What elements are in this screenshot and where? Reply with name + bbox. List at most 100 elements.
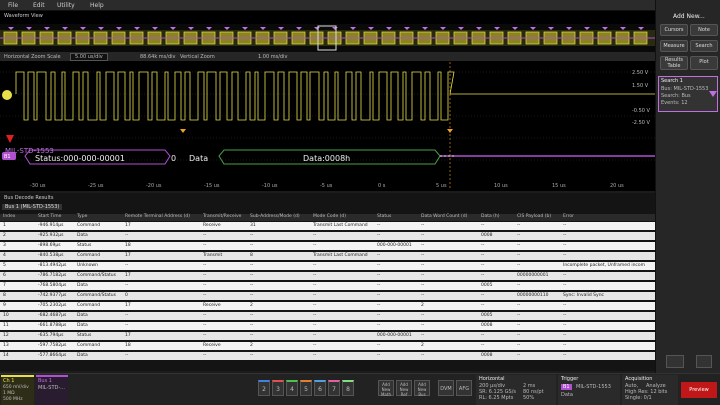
table-row[interactable]: 10 -682.4687µs Data -- -- -- -- -- -- 0005 -- --: [0, 312, 655, 320]
channel-6-button[interactable]: 6: [314, 380, 326, 396]
channel-8-button[interactable]: 8: [342, 380, 354, 396]
zoom-scale-input[interactable]: 5.00 us/div: [70, 53, 108, 61]
table-row[interactable]: 9 -705.2302µs Command 17 Receive 2 -- -- 2 -- -- --: [0, 302, 655, 310]
results-header-cell[interactable]: Start Time: [38, 214, 61, 221]
search-button[interactable]: Search: [690, 40, 718, 52]
results-title: Bus Decode Results: [4, 195, 54, 201]
add-math-button[interactable]: Add New Math: [378, 380, 394, 397]
table-row[interactable]: 13 -597.7582µs Command 18 Receive 2 -- -- 2 -- -- -…: [0, 342, 655, 350]
menu-utility[interactable]: Utility: [57, 2, 75, 9]
overview-strip[interactable]: [0, 24, 655, 52]
dvm-button[interactable]: DVM: [438, 380, 454, 396]
results-header-cell[interactable]: Error: [563, 214, 574, 221]
table-cell: --: [125, 323, 129, 328]
table-cell: --: [421, 293, 425, 298]
bus-badge-label: B1: [4, 154, 11, 160]
results-header-cell[interactable]: Sub-Address/Mode (d): [250, 214, 300, 221]
table-cell: --: [203, 323, 207, 328]
table-cell: -742.9377µs: [38, 293, 67, 298]
table-cell: --: [250, 243, 254, 248]
table-row[interactable]: 6 -786.7182µs Command/Status 17 -- -- -- -- -- --…: [0, 272, 655, 280]
trash-icon[interactable]: [696, 355, 712, 368]
table-cell: --: [563, 233, 567, 238]
table-cell: --: [563, 223, 567, 228]
table-cell: --: [377, 263, 381, 268]
channel-7-button[interactable]: 7: [328, 380, 340, 396]
results-header-cell[interactable]: Mode Code (d): [313, 214, 346, 221]
trigger-badge[interactable]: Trigger B1 MIL-STD-1553 Data: [558, 375, 620, 405]
table-row[interactable]: 7 -768.5804µs Data -- -- -- -- -- -- 0005 -- --: [0, 282, 655, 290]
y-label-1: 2.50 V: [632, 70, 649, 76]
ch1-badge[interactable]: Ch 1 650 mV/div 1 MΩ 500 MHz: [1, 375, 34, 405]
channel-2-button[interactable]: 2: [258, 380, 270, 396]
add-bus-button[interactable]: Add New Bus: [414, 380, 430, 397]
table-cell: --: [377, 343, 381, 348]
note-button[interactable]: Note: [690, 24, 718, 36]
cursors-button[interactable]: Cursors: [660, 24, 688, 36]
results-header-cell[interactable]: CIS Payload (b): [517, 214, 551, 221]
table-cell: 17: [125, 333, 131, 338]
table-cell: --: [517, 313, 521, 318]
menu-help[interactable]: Help: [90, 2, 104, 9]
table-row[interactable]: 5 -813.4942µs Unknown -- -- -- -- -- -- -- -- Incom…: [0, 262, 655, 270]
results-table-button[interactable]: Results Table: [660, 56, 688, 70]
table-cell: 00000000001: [517, 273, 549, 278]
table-cell: 000-000-00001: [377, 333, 412, 338]
vertical-zoom-value[interactable]: 1.00 ms/div: [258, 54, 287, 60]
results-header-cell[interactable]: Data (h): [481, 214, 500, 221]
table-cell: 2: [421, 343, 424, 348]
results-header-cell[interactable]: Data Word Count (d): [421, 214, 467, 221]
table-row[interactable]: 11 -661.8788µs Data -- -- -- -- -- -- 0008 -- --: [0, 322, 655, 330]
table-cell: --: [481, 273, 485, 278]
channel-3-button[interactable]: 3: [272, 380, 284, 396]
table-cell: --: [313, 333, 317, 338]
table-cell: 17: [125, 253, 131, 258]
table-cell: 3: [3, 243, 6, 248]
search-badge[interactable]: Search 1 Bus: MIL-STD-1553 Search: Bus E…: [658, 76, 718, 112]
table-cell: Data: [77, 313, 88, 318]
measure-button[interactable]: Measure: [660, 40, 688, 52]
table-row[interactable]: 2 -925.932µs Data -- -- -- -- -- -- 0008 -- --: [0, 232, 655, 240]
ch1-marker-icon[interactable]: [2, 90, 12, 100]
table-cell: Transmit: [203, 253, 223, 258]
table-cell: 0008: [481, 323, 493, 328]
results-tab[interactable]: Bus 1 (MIL-STD-1553): [2, 204, 63, 210]
channel-4-button[interactable]: 4: [286, 380, 298, 396]
menu-file[interactable]: File: [8, 2, 18, 9]
horizontal-badge[interactable]: Horizontal 200 µs/div SR: 6.125 GS/s RL:…: [476, 375, 556, 405]
bus1-badge[interactable]: Bus 1 MIL-STD-...: [36, 375, 68, 405]
table-row[interactable]: 8 -742.9377µs Command/Status 0 -- -- -- -- -- -- 0…: [0, 292, 655, 300]
results-header-cell[interactable]: Index: [3, 214, 15, 221]
zoom-position: 88.64k ms/div: [140, 54, 176, 60]
table-row[interactable]: 12 -635.794µs Status 17 -- -- -- 000-000-00001 -…: [0, 332, 655, 340]
x-tick-label: 5 us: [436, 183, 447, 189]
table-cell: Receive: [203, 303, 221, 308]
table-cell: --: [250, 333, 254, 338]
bus-status-value: Status:000-000-00001: [35, 154, 125, 163]
table-cell: -597.7582µs: [38, 343, 67, 348]
main-waveform[interactable]: -30 us -25 us -20 us -15 us -10 us -5 us 0 s 5 …: [0, 62, 655, 192]
table-cell: --: [313, 323, 317, 328]
channel-5-button[interactable]: 5: [300, 380, 312, 396]
menu-edit[interactable]: Edit: [33, 2, 45, 9]
table-row[interactable]: 1 -946.914µs Command 17 Receive 31 Transmit La…: [0, 222, 655, 230]
table-cell: --: [313, 343, 317, 348]
search-filter-icon[interactable]: [709, 91, 717, 97]
table-cell: --: [421, 223, 425, 228]
table-row[interactable]: 3 -898.69µs Status 18 -- -- -- 000-000-00001 -- -…: [0, 242, 655, 250]
zoom-tool-icon[interactable]: [666, 355, 684, 368]
results-header-cell[interactable]: Type: [77, 214, 87, 221]
table-row[interactable]: 4 -840.538µs Command 17 Transmit 8 Transmit La…: [0, 252, 655, 260]
table-row[interactable]: 14 -577.8664µs Data -- -- -- -- -- -- 0008 -- --: [0, 352, 655, 360]
results-header-cell[interactable]: Remote Terminal Address (d): [125, 214, 190, 221]
x-tick-label: -25 us: [88, 183, 104, 189]
table-cell: 8: [3, 293, 6, 298]
results-header-cell[interactable]: Status: [377, 214, 391, 221]
plot-button[interactable]: Plot: [690, 56, 718, 70]
add-ref-button[interactable]: Add New Ref: [396, 380, 412, 397]
trigger-marker-icon: [180, 129, 186, 133]
acquisition-badge[interactable]: Acquisition Auto, Analyze High Res: 12 b…: [622, 375, 678, 405]
results-header-cell[interactable]: Transmit/Receive: [203, 214, 241, 221]
preview-button[interactable]: Preview: [681, 382, 717, 398]
afg-button[interactable]: AFG: [456, 380, 472, 396]
